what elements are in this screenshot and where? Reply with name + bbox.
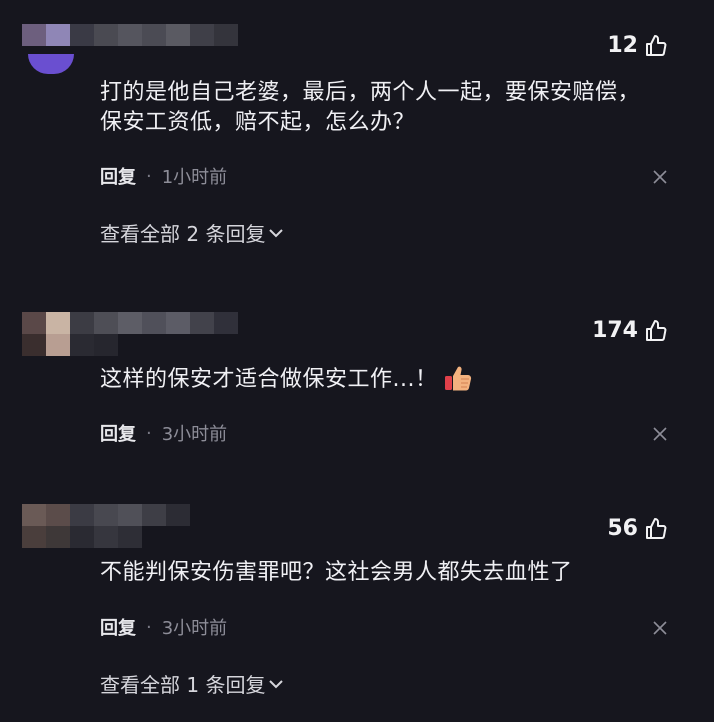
close-icon[interactable] (652, 620, 668, 636)
comment-meta: 回复 · 3小时前 (100, 614, 227, 640)
separator-dot: · (146, 616, 152, 638)
timestamp: 3小时前 (161, 424, 228, 445)
comment-meta: 回复 · 3小时前 (100, 420, 227, 446)
like-count: 12 (607, 33, 638, 58)
comment-text: 不能判保安伤害罪吧？这社会男人都失去血性了 (100, 560, 573, 585)
chevron-down-icon (269, 228, 284, 237)
thumbs-up-emoji (445, 366, 472, 391)
like-button[interactable]: 12 (607, 33, 668, 58)
like-count: 174 (592, 318, 638, 343)
like-button[interactable]: 174 (592, 318, 668, 343)
blurred-username (22, 504, 242, 548)
reply-button[interactable]: 回复 (100, 420, 136, 446)
thumbs-up-icon (646, 34, 667, 56)
thumbs-up-icon (646, 319, 667, 341)
view-replies-label: 查看全部 2 条回复 (100, 222, 266, 246)
avatar[interactable] (28, 54, 74, 74)
like-button[interactable]: 56 (607, 516, 668, 541)
separator-dot: · (146, 422, 152, 444)
blurred-username (22, 312, 242, 356)
comment-text: 打的是他自己老婆，最后，两个人一起，要保安赔偿，保安工资低，赔不起，怎么办？ (100, 80, 641, 135)
thumbs-up-icon (646, 517, 667, 539)
close-icon[interactable] (652, 169, 668, 185)
reply-button[interactable]: 回复 (100, 163, 136, 189)
view-replies-label: 查看全部 1 条回复 (100, 673, 266, 697)
comment-text-content: 这样的保安才适合做保安工作...！ (100, 367, 438, 392)
timestamp: 1小时前 (161, 167, 228, 188)
reply-button[interactable]: 回复 (100, 614, 136, 640)
comment-text: 这样的保安才适合做保安工作...！ (100, 364, 660, 395)
separator-dot: · (146, 165, 152, 187)
close-icon[interactable] (652, 426, 668, 442)
comment-meta: 回复 · 1小时前 (100, 163, 227, 189)
view-replies-button[interactable]: 查看全部 1 条回复 (100, 669, 284, 698)
view-replies-button[interactable]: 查看全部 2 条回复 (100, 218, 284, 247)
chevron-down-icon (269, 679, 284, 688)
timestamp: 3小时前 (161, 618, 228, 639)
like-count: 56 (607, 516, 638, 541)
